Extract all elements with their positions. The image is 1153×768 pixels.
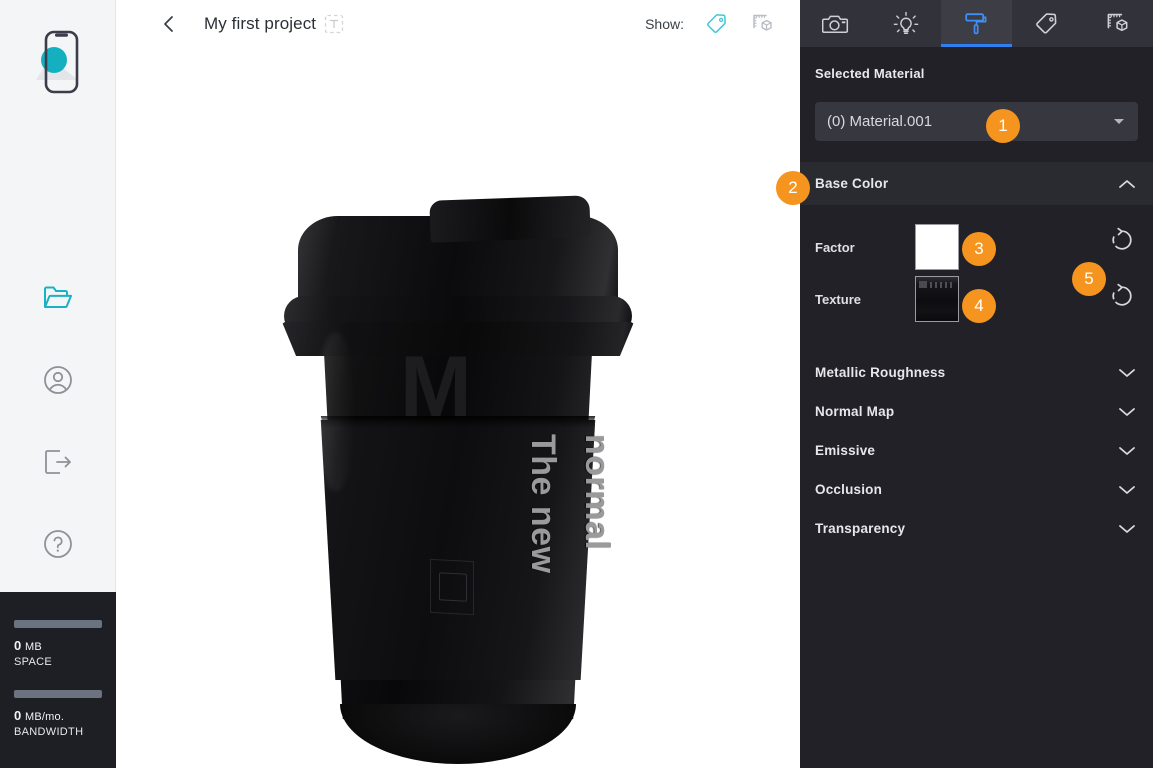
section-normal-map-label: Normal Map [815, 404, 895, 419]
sidebar-item-account[interactable] [38, 360, 78, 400]
show-dimensions-toggle[interactable] [748, 9, 778, 39]
factor-swatch[interactable] [915, 224, 959, 270]
show-label: Show: [645, 16, 684, 32]
section-emissive-label: Emissive [815, 443, 876, 458]
lightbulb-icon [893, 11, 919, 34]
annotation-badge-5: 5 [1072, 262, 1106, 296]
usage-panel: 0 MB SPACE 0 MB/mo. BANDWIDTH [0, 592, 116, 768]
tag-icon [1036, 12, 1057, 34]
sidebar-item-help[interactable] [38, 524, 78, 564]
section-occlusion[interactable]: Occlusion [800, 470, 1153, 509]
annotation-badge-1: 1 [986, 109, 1020, 143]
sidebar-item-projects[interactable] [38, 278, 78, 318]
chevron-up-icon [1119, 179, 1135, 188]
section-normal-map[interactable]: Normal Map [800, 392, 1153, 431]
cup-sleeve-text-line2: normal [578, 434, 616, 551]
tab-dimensions[interactable] [1082, 0, 1153, 47]
usage-bandwidth: 0 MB/mo. BANDWIDTH [14, 690, 102, 738]
factor-reset-button[interactable] [1109, 227, 1135, 253]
chevron-down-icon [1119, 446, 1135, 455]
measure-cube-icon [1107, 13, 1128, 31]
usage-bandwidth-value: 0 MB/mo. [14, 708, 102, 723]
text-edit-glyph-icon [324, 14, 344, 34]
material-dropdown[interactable]: (0) Material.001 [815, 102, 1138, 141]
usage-space: 0 MB SPACE [14, 620, 102, 668]
cup-sleeve-text-line1: The new [524, 434, 562, 574]
usage-bandwidth-bar [14, 690, 102, 698]
texture-reset-button[interactable] [1109, 283, 1135, 309]
usage-space-bar [14, 620, 102, 628]
factor-label: Factor [815, 239, 855, 255]
page-title: My first project [204, 14, 317, 33]
chevron-down-icon [1119, 485, 1135, 494]
measure-cube-icon [753, 14, 772, 31]
usage-bandwidth-label: BANDWIDTH [14, 726, 84, 738]
cup-lid-tab [429, 195, 591, 243]
base-color-header[interactable]: Base Color [800, 162, 1153, 205]
material-dropdown-value: (0) Material.001 [827, 113, 933, 130]
help-circle-icon [43, 530, 72, 558]
section-metallic-roughness-label: Metallic Roughness [815, 365, 946, 380]
center-area: My first project Show: M The new normal [116, 0, 800, 768]
section-transparency[interactable]: Transparency [800, 509, 1153, 548]
model-viewport[interactable]: M The new normal [116, 48, 800, 768]
chevron-down-icon [1119, 368, 1135, 377]
chevron-left-icon [164, 16, 173, 32]
annotation-badge-4: 4 [962, 289, 996, 323]
usage-space-unit: MB [24, 641, 42, 653]
user-circle-icon [43, 366, 72, 394]
tab-materials[interactable] [941, 0, 1012, 47]
back-button[interactable] [152, 7, 186, 41]
show-annotations-toggle[interactable] [702, 9, 732, 39]
app-root: 0 MB SPACE 0 MB/mo. BANDWIDTH My first p… [0, 0, 1153, 768]
selected-material-title: Selected Material [815, 66, 925, 81]
panel-tab-bar [800, 0, 1153, 47]
base-color-label: Base Color [815, 176, 889, 191]
tab-annotations[interactable] [1012, 0, 1083, 47]
texture-label: Texture [815, 291, 861, 307]
right-panel: Selected Material (0) Material.001 Base … [800, 0, 1153, 768]
coffee-cup-model: M The new normal [250, 144, 670, 764]
camera-icon [821, 15, 848, 33]
cup-sleeve-badge [430, 558, 474, 616]
usage-space-number: 0 [14, 638, 22, 653]
usage-bandwidth-unit: MB/mo. [24, 711, 65, 723]
panel-content: Selected Material (0) Material.001 Base … [800, 47, 1153, 768]
material-sections-list: Metallic Roughness Normal Map Emissive O… [800, 353, 1153, 548]
section-metallic-roughness[interactable]: Metallic Roughness [800, 353, 1153, 392]
show-controls: Show: [645, 9, 778, 39]
caret-down-icon [1114, 119, 1124, 124]
annotation-badge-3: 3 [962, 232, 996, 266]
usage-space-value: 0 MB [14, 638, 102, 653]
tab-camera[interactable] [800, 0, 871, 47]
left-sidebar: 0 MB SPACE 0 MB/mo. BANDWIDTH [0, 0, 116, 768]
sidebar-item-logout[interactable] [38, 442, 78, 482]
section-emissive[interactable]: Emissive [800, 431, 1153, 470]
sidebar-nav [38, 278, 78, 564]
reset-buttons [1109, 227, 1135, 309]
logout-icon [44, 450, 71, 474]
reset-icon [1112, 227, 1132, 250]
usage-space-label: SPACE [14, 656, 52, 668]
tab-lighting[interactable] [871, 0, 942, 47]
section-occlusion-label: Occlusion [815, 482, 883, 497]
phone-app-logo-icon [35, 30, 78, 94]
chevron-down-icon [1119, 524, 1135, 533]
usage-bandwidth-number: 0 [14, 708, 22, 723]
annotation-badge-2: 2 [776, 171, 810, 205]
cup-bottom [340, 704, 576, 764]
app-logo[interactable] [28, 24, 88, 102]
chevron-down-icon [1119, 407, 1135, 416]
tag-icon [707, 14, 726, 33]
reset-icon [1112, 283, 1132, 306]
cup-highlight [316, 332, 356, 492]
text-edit-icon[interactable] [323, 13, 345, 35]
folder-open-icon [43, 286, 72, 308]
top-bar: My first project Show: [116, 0, 800, 48]
paint-roller-icon [965, 12, 987, 34]
texture-swatch[interactable] [915, 276, 959, 322]
section-transparency-label: Transparency [815, 521, 906, 536]
